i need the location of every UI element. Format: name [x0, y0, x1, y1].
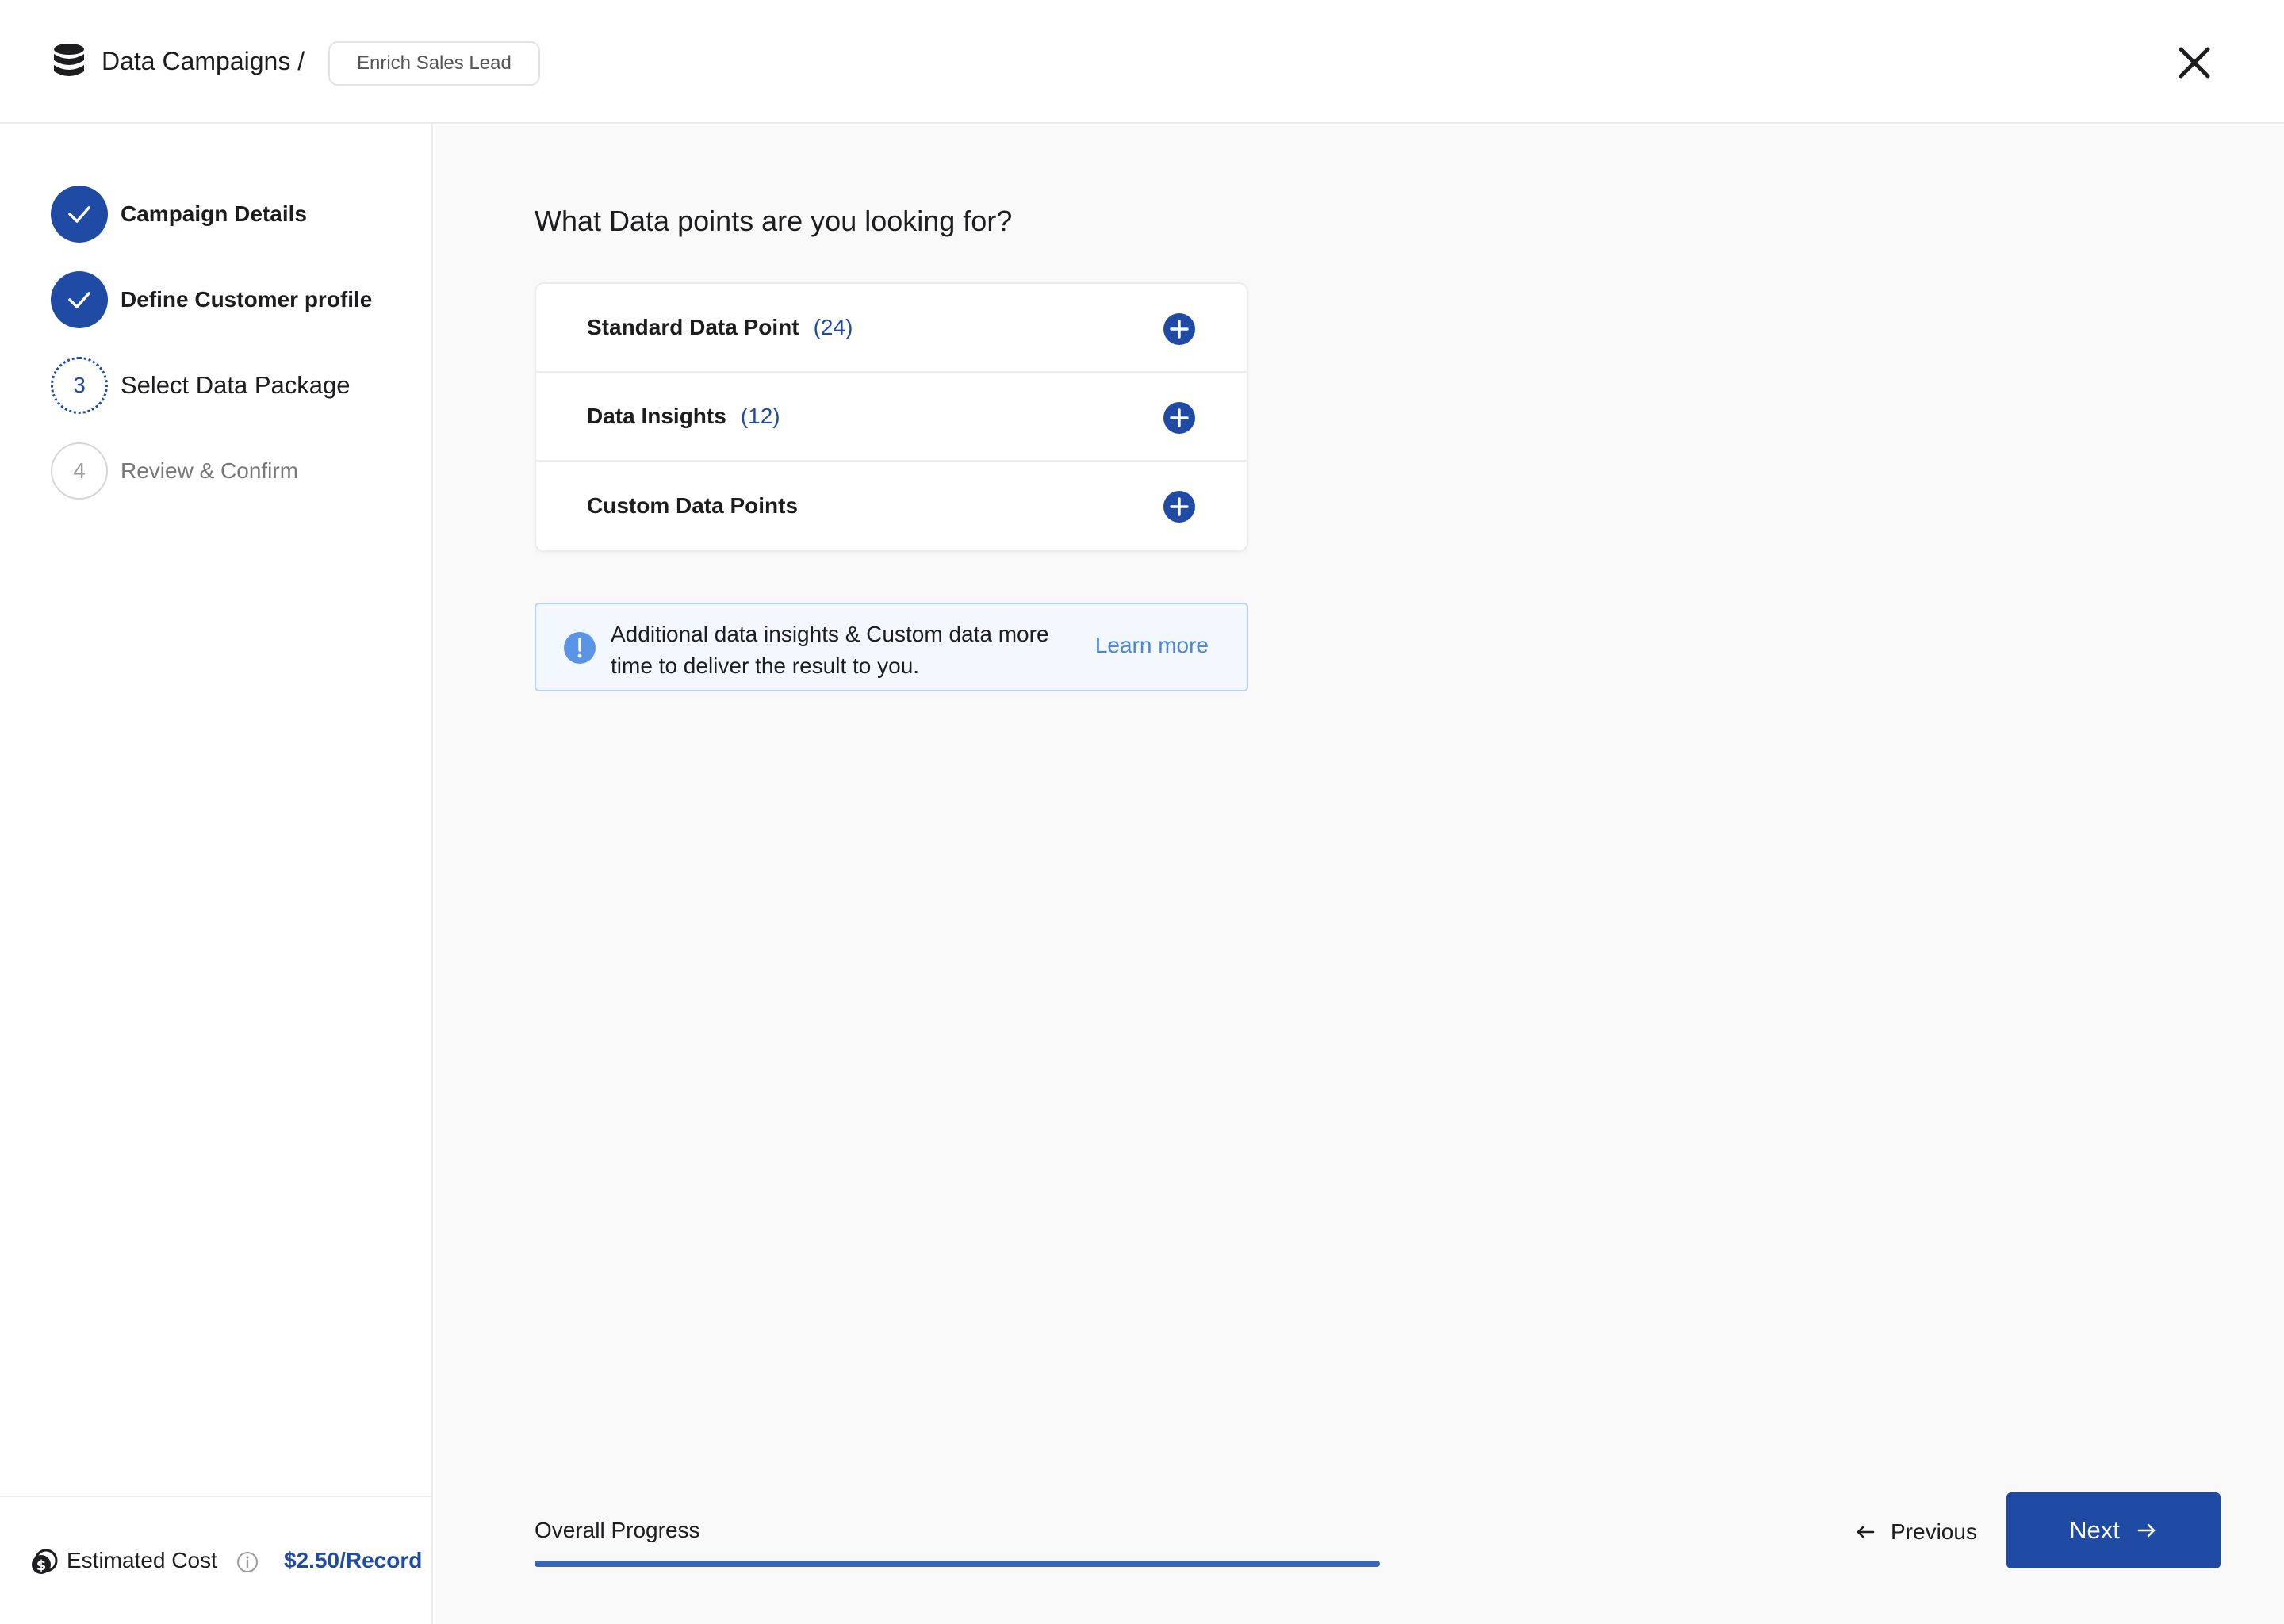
category-title: Custom Data Points: [587, 493, 799, 518]
dollar-coin-icon: $: [32, 1549, 58, 1574]
step-number-circle: 4: [51, 442, 108, 500]
plus-circle-icon[interactable]: [1163, 490, 1196, 523]
category-count: (12): [740, 404, 780, 428]
category-data-insights[interactable]: Data Insights (12): [536, 373, 1247, 462]
next-button-label: Next: [2069, 1516, 2120, 1544]
close-icon[interactable]: [2176, 44, 2213, 81]
page-question: What Data points are you looking for?: [535, 205, 1013, 237]
estimated-cost-bar: $ Estimated Cost $2.50/Record: [0, 1496, 433, 1624]
category-custom-data-points[interactable]: Custom Data Points: [536, 462, 1247, 550]
check-icon: [68, 292, 90, 308]
plus-circle-icon[interactable]: [1163, 312, 1196, 346]
step-campaign-details[interactable]: Campaign Details: [51, 186, 307, 243]
step-number-circle: 3: [51, 357, 108, 414]
notice-text: Additional data insights & Custom data m…: [611, 622, 1049, 678]
category-title: Data Insights: [587, 404, 726, 428]
plus-circle-icon[interactable]: [1163, 401, 1196, 435]
app-title: Data Campaigns /: [102, 46, 305, 75]
step-label: Review & Confirm: [121, 458, 299, 483]
check-icon: [68, 206, 90, 223]
breadcrumb-chip[interactable]: Enrich Sales Lead: [328, 41, 540, 86]
main-panel: What Data points are you looking for? St…: [435, 125, 2284, 1624]
overall-progress-label: Overall Progress: [535, 1518, 700, 1542]
exclamation-circle-icon: [564, 632, 596, 664]
step-sidebar: Campaign Details Define Customer profile…: [0, 124, 433, 1624]
previous-button-label: Previous: [1891, 1519, 1977, 1544]
step-define-customer-profile[interactable]: Define Customer profile: [51, 271, 372, 328]
step-select-data-package[interactable]: 3 Select Data Package: [51, 357, 351, 414]
category-count: (24): [813, 315, 853, 339]
info-icon[interactable]: [236, 1551, 259, 1573]
step-label: Define Customer profile: [121, 287, 373, 312]
previous-button[interactable]: Previous: [1854, 1515, 1977, 1549]
data-point-categories: Standard Data Point (24) Data Insights (…: [535, 282, 1248, 552]
top-header: Data Campaigns / Enrich Sales Lead: [0, 0, 2284, 124]
app-brand: Data Campaigns /: [52, 43, 305, 79]
next-button[interactable]: Next: [2006, 1492, 2221, 1568]
step-label: Select Data Package: [121, 371, 351, 399]
arrow-left-icon: [1857, 1525, 1875, 1539]
step-check-circle: [51, 186, 108, 243]
category-standard-data-point[interactable]: Standard Data Point (24): [536, 284, 1247, 373]
overall-progress-bar: [535, 1561, 1380, 1567]
info-notice: Additional data insights & Custom data m…: [535, 603, 1248, 691]
step-label: Campaign Details: [121, 201, 307, 226]
learn-more-link[interactable]: Learn more: [1095, 633, 1209, 658]
estimated-cost-value: $2.50/Record: [284, 1548, 423, 1572]
step-check-circle: [51, 271, 108, 328]
overall-progress-fill: [535, 1561, 1380, 1567]
estimated-cost-label: Estimated Cost: [67, 1548, 217, 1572]
category-title: Standard Data Point: [587, 315, 799, 339]
arrow-right-icon: [2137, 1523, 2156, 1538]
svg-text:$: $: [36, 1557, 47, 1574]
database-icon: [54, 44, 84, 76]
step-review-confirm[interactable]: 4 Review & Confirm: [51, 442, 298, 500]
